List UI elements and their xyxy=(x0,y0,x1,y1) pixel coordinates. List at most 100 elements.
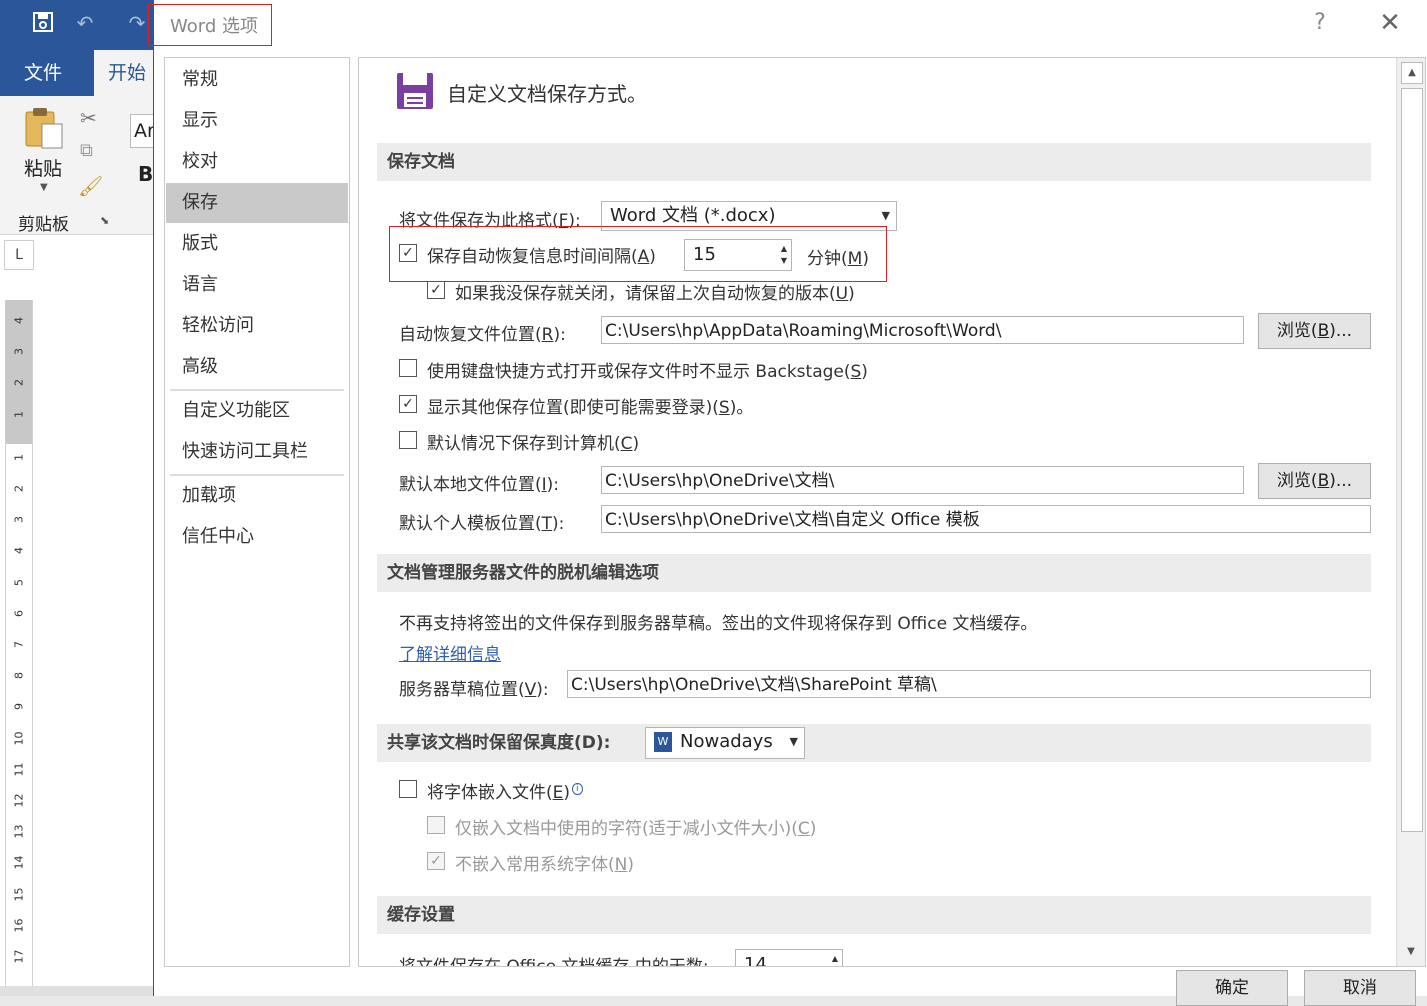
ruler-number: 3 xyxy=(12,516,26,524)
info-icon[interactable]: i xyxy=(572,783,583,796)
cancel-button[interactable]: 取消 xyxy=(1304,970,1416,1006)
ruler-number: 7 xyxy=(12,641,26,648)
nav-item-proofing[interactable]: 校对 xyxy=(166,142,348,182)
embed-used-chars-checkbox[interactable] xyxy=(427,816,445,834)
server-drafts-field[interactable]: C:\Users\hp\OneDrive\文档\SharePoint 草稿\ xyxy=(567,670,1371,698)
quick-access-toolbar: ↶ ↷ xyxy=(0,0,155,50)
ruler-number: 3 xyxy=(12,348,26,356)
save-icon xyxy=(395,71,435,111)
autorecover-minutes-value: 15 xyxy=(693,244,716,265)
undo-icon[interactable]: ↶ xyxy=(72,10,98,36)
paste-button-label[interactable]: 粘贴 xyxy=(24,154,62,181)
cut-icon[interactable]: ✂ xyxy=(80,106,97,130)
ruler-number: 2 xyxy=(12,485,26,492)
ok-button[interactable]: 确定 xyxy=(1176,970,1288,1006)
scroll-thumb[interactable] xyxy=(1401,88,1423,832)
nav-item-general[interactable]: 常规 xyxy=(166,60,348,100)
nav-item-advanced[interactable]: 高级 xyxy=(166,347,348,387)
options-nav: 常规 显示 校对 保存 版式 语言 轻松访问 高级 自定义功能区 快速访问工具栏… xyxy=(164,57,350,967)
section-fidelity: 共享该文档时保留保真度(D): xyxy=(377,724,1371,762)
embed-fonts-checkbox[interactable] xyxy=(399,780,417,798)
vertical-ruler: 4 3 2 1 1 2 3 4 5 6 7 8 9 10 11 12 13 14 15 16 17 xyxy=(5,300,33,996)
ruler-number: 5 xyxy=(12,578,26,586)
nav-item-accessibility[interactable]: 轻松访问 xyxy=(166,306,348,346)
help-button[interactable]: ? xyxy=(1308,10,1332,35)
nav-item-language[interactable]: 语言 xyxy=(166,265,348,305)
default-local-location-field[interactable]: C:\Users\hp\OneDrive\文档\ xyxy=(601,466,1244,494)
no-backstage-label: 使用键盘快捷方式打开或保存文件时不显示 Backstage(S) xyxy=(427,362,868,382)
autorecover-location-field[interactable]: C:\Users\hp\AppData\Roaming\Microsoft\Wo… xyxy=(601,316,1244,344)
check-icon: ✓ xyxy=(430,282,442,298)
nav-item-layout[interactable]: 版式 xyxy=(166,224,348,264)
ruler-number: 17 xyxy=(12,949,26,964)
browse-local-button[interactable]: 浏览(B)... xyxy=(1258,463,1371,499)
check-icon: ✓ xyxy=(430,853,442,869)
spin-up-icon[interactable]: ▲ xyxy=(781,245,787,253)
spin-up-icon[interactable]: ▲ xyxy=(832,955,838,963)
ruler-number: 1 xyxy=(12,410,26,418)
learn-more-link[interactable]: 了解详细信息 xyxy=(399,640,501,665)
server-drafts-label: 服务器草稿位置(V): xyxy=(399,680,549,700)
ruler-number: 11 xyxy=(12,762,26,777)
scroll-up-icon[interactable]: ▲ xyxy=(1401,62,1423,84)
browse-autorecover-button[interactable]: 浏览(B)... xyxy=(1258,313,1371,349)
save-format-value: Word 文档 (*.docx) xyxy=(610,205,776,226)
nav-item-customize-ribbon[interactable]: 自定义功能区 xyxy=(166,391,348,431)
tab-file[interactable]: 文件 xyxy=(10,50,76,96)
section-save-documents: 保存文档 xyxy=(377,143,1371,181)
cache-days-spinner[interactable]: 14 ▲ xyxy=(735,949,843,966)
redo-icon[interactable]: ↷ xyxy=(124,10,150,36)
ribbon-tabs: 文件 开始 xyxy=(0,50,168,96)
offline-note: 不再支持将签出的文件保存到服务器草稿。签出的文件现将保存到 Office 文档缓… xyxy=(399,614,1038,634)
ruler-number: 2 xyxy=(12,379,26,387)
autorecover-label: 保存自动恢复信息时间间隔(A) xyxy=(427,247,656,267)
tab-selector[interactable]: L xyxy=(4,240,34,270)
save-to-computer-label: 默认情况下保存到计算机(C) xyxy=(427,434,640,454)
format-painter-icon[interactable]: 🖌 xyxy=(78,174,103,198)
ruler-number: 4 xyxy=(12,317,26,324)
chevron-down-icon[interactable]: ▼ xyxy=(40,182,48,193)
dialog-launcher-icon[interactable]: ⬊ xyxy=(100,214,109,227)
bold-button[interactable]: B xyxy=(138,162,153,186)
title-highlight-box xyxy=(148,4,272,46)
paste-icon[interactable] xyxy=(24,106,64,150)
ruler-number: 16 xyxy=(12,918,26,933)
keep-last-autosave-checkbox[interactable]: ✓ xyxy=(427,281,445,299)
show-more-locations-checkbox[interactable]: ✓ xyxy=(399,395,417,413)
section-cache: 缓存设置 xyxy=(377,896,1371,934)
ruler-number: 4 xyxy=(12,547,26,555)
nav-item-display[interactable]: 显示 xyxy=(166,101,348,141)
section-offline-editing: 文档管理服务器文件的脱机编辑选项 xyxy=(377,554,1371,592)
ribbon-home: 粘贴 ▼ ✂ ⧉ 🖌 Ar B 剪贴板 ⬊ xyxy=(0,96,165,235)
autorecover-minutes-spinner[interactable]: 15 ▲ ▼ xyxy=(684,239,792,271)
copy-icon[interactable]: ⧉ xyxy=(80,140,93,161)
check-icon: ✓ xyxy=(402,396,414,412)
content-scrollbar[interactable]: ▲ ▼ xyxy=(1396,58,1425,966)
nav-item-trust-center[interactable]: 信任中心 xyxy=(166,517,348,557)
default-local-location-label: 默认本地文件位置(I): xyxy=(399,475,560,495)
autorecover-checkbox[interactable]: ✓ xyxy=(399,244,417,262)
fidelity-document-dropdown[interactable]: W Nowadays ▼ xyxy=(645,727,805,759)
close-button[interactable]: ✕ xyxy=(1376,8,1404,38)
nav-item-add-ins[interactable]: 加载项 xyxy=(166,476,348,516)
word-doc-icon: W xyxy=(654,732,672,752)
chevron-down-icon: ▼ xyxy=(789,735,798,748)
save-icon[interactable] xyxy=(30,10,56,36)
no-common-fonts-checkbox[interactable]: ✓ xyxy=(427,852,445,870)
no-backstage-checkbox[interactable] xyxy=(399,359,417,377)
save-to-computer-checkbox[interactable] xyxy=(399,431,417,449)
autorecover-location-label: 自动恢复文件位置(R): xyxy=(399,325,566,345)
no-common-fonts-label: 不嵌入常用系统字体(N) xyxy=(455,855,634,875)
ruler-number: 1 xyxy=(12,453,26,461)
scroll-down-icon[interactable]: ▼ xyxy=(1401,942,1421,962)
nav-item-quick-access-toolbar[interactable]: 快速访问工具栏 xyxy=(166,432,348,472)
spin-down-icon[interactable]: ▼ xyxy=(781,257,787,265)
options-content: 自定义文档保存方式。 保存文档 将文件保存为此格式(F): Word 文档 (*… xyxy=(358,57,1426,967)
page-header: 自定义文档保存方式。 xyxy=(447,82,647,106)
ruler-number: 14 xyxy=(12,855,26,870)
status-bar xyxy=(0,986,155,996)
personal-template-location-field[interactable]: C:\Users\hp\OneDrive\文档\自定义 Office 模板 xyxy=(601,505,1371,533)
minutes-label: 分钟(M) xyxy=(807,249,869,269)
nav-item-save[interactable]: 保存 xyxy=(166,183,348,223)
ruler-number: 15 xyxy=(12,887,26,902)
